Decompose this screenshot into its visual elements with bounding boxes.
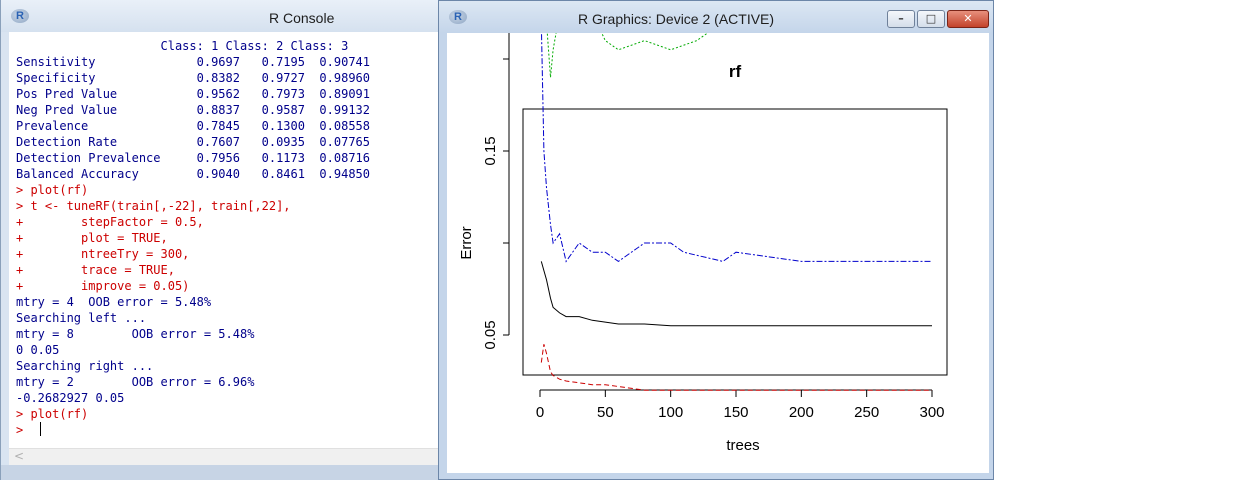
console-line: Sensitivity 0.9697 0.7195 0.90741 [16,55,371,69]
console-line: + improve = 0.05) [16,279,190,293]
console-line: > [16,423,31,437]
maximize-button[interactable]: □ [917,10,945,28]
console-line: Detection Rate 0.7607 0.0935 0.07765 [16,135,371,149]
console-line: mtry = 2 OOB error = 6.96% [16,375,255,389]
console-line: Balanced Accuracy 0.9040 0.8461 0.94850 [16,167,371,181]
y-tick-label: 0.05 [482,320,499,349]
console-line: mtry = 4 OOB error = 5.48% [16,295,212,309]
console-line: Prevalence 0.7845 0.1300 0.08558 [16,119,371,133]
r-logo-icon: R [11,9,29,23]
chart-title: rf [729,62,742,81]
horizontal-scrollbar[interactable]: < [9,448,439,466]
console-status-strip [1,465,439,480]
console-line: -0.2682927 0.05 [16,391,125,405]
graphics-title: R Graphics: Device 2 (ACTIVE) [578,11,775,27]
close-button[interactable]: ✕ [947,10,989,28]
console-line: mtry = 8 OOB error = 5.48% [16,327,255,341]
console-line: Pos Pred Value 0.9562 0.7973 0.89091 [16,87,371,101]
scroll-left-arrow-icon[interactable]: < [14,449,24,463]
x-tick-label: 50 [597,404,614,421]
x-tick-label: 100 [658,404,683,421]
console-line: 0 0.05 [16,343,60,357]
console-line: > plot(rf) [16,407,89,421]
series-line-4 [540,344,932,391]
console-line: Class: 1 Class: 2 Class: 3 [16,39,349,53]
x-tick-label: 0 [536,404,544,421]
plot-frame [522,108,948,376]
plot-area: rf050100150200250300trees0.050.150.25Err… [447,0,989,473]
x-tick-label: 200 [789,404,814,421]
x-axis-label: trees [726,437,759,454]
r-console-window: R R Console Class: 1 Class: 2 Class: 3 Se… [0,0,440,480]
console-line: Neg Pred Value 0.8837 0.9587 0.99132 [16,103,371,117]
y-axis-label: Error [458,226,475,259]
series-line-3 [540,261,932,327]
x-tick-label: 250 [854,404,879,421]
error-rate-plot: rf050100150200250300trees0.050.150.25Err… [458,0,948,454]
console-titlebar[interactable]: R R Console [1,0,439,32]
console-line: Detection Prevalence 0.7956 0.1173 0.087… [16,151,371,165]
minimize-button[interactable]: – [887,10,915,28]
console-line: + ntreeTry = 300, [16,247,190,261]
r-graphics-window: R R Graphics: Device 2 (ACTIVE) – □ ✕ rf… [438,0,994,480]
console-line: > plot(rf) [16,183,89,197]
console-line: Searching left ... [16,311,147,325]
text-cursor [40,422,41,436]
y-tick-label: 0.15 [482,136,499,165]
console-line: > t <- tuneRF(train[,-22], train[,22], [16,199,291,213]
x-tick-label: 300 [919,404,944,421]
console-output[interactable]: Class: 1 Class: 2 Class: 3 Sensitivity 0.… [9,32,439,448]
console-title: R Console [269,10,335,26]
console-line: + plot = TRUE, [16,231,168,245]
x-tick-label: 150 [723,404,748,421]
graphics-titlebar[interactable]: R R Graphics: Device 2 (ACTIVE) – □ ✕ [439,1,993,33]
r-logo-icon: R [449,10,467,24]
console-line: Specificity 0.8382 0.9727 0.98960 [16,71,371,85]
console-line: Searching right ... [16,359,154,373]
console-line: + stepFactor = 0.5, [16,215,204,229]
console-line: + trace = TRUE, [16,263,175,277]
